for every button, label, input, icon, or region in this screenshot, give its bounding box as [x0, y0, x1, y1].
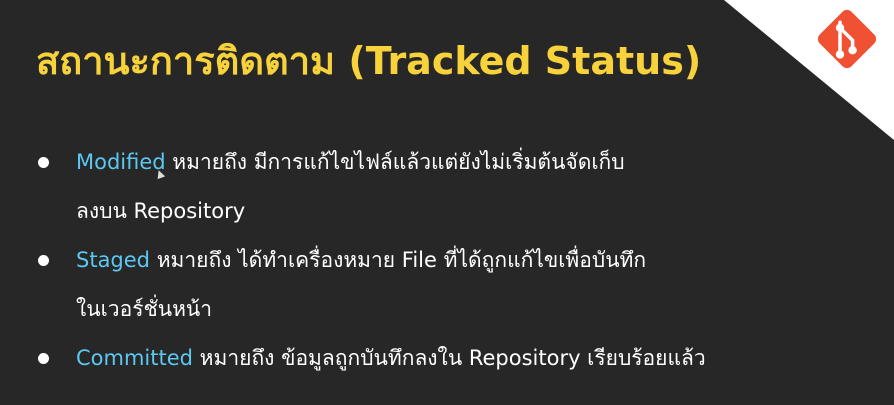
bullet-line-continued: ลงบน Repository — [76, 199, 246, 223]
slide-title: สถานะการติดตาม (Tracked Status) — [36, 39, 702, 83]
bullet-dot-icon — [38, 353, 49, 364]
term-modified: Modified — [76, 150, 166, 174]
definition-text: หมายถึง มีการแก้ไขไฟล์แล้วแต่ยังไม่เริ่ม… — [165, 150, 625, 174]
bullet-line: Staged หมายถึง ได้ทำเครื่องหมาย File ที่… — [76, 236, 876, 285]
definition-text: หมายถึง ข้อมูลถูกบันทึกลงใน Repository เ… — [192, 346, 706, 370]
bullet-item-modified: Modified หมายถึง มีการแก้ไขไฟล์แล้วแต่ยั… — [36, 138, 876, 236]
bullet-line: Committed หมายถึง ข้อมูลถูกบันทึกลงใน Re… — [76, 334, 876, 383]
bullet-item-staged: Staged หมายถึง ได้ทำเครื่องหมาย File ที่… — [36, 236, 876, 334]
git-icon — [817, 9, 877, 69]
bullet-dot-icon — [38, 157, 49, 168]
term-committed: Committed — [76, 346, 193, 370]
bullet-line-continued: ในเวอร์ชั่นหน้า — [76, 297, 213, 321]
bullet-dot-icon — [38, 255, 49, 266]
bullet-line: Modified หมายถึง มีการแก้ไขไฟล์แล้วแต่ยั… — [76, 138, 876, 187]
term-staged: Staged — [76, 248, 151, 272]
definition-text: หมายถึง ได้ทำเครื่องหมาย File ที่ได้ถูกแ… — [150, 248, 647, 272]
bullet-item-committed: Committed หมายถึง ข้อมูลถูกบันทึกลงใน Re… — [36, 334, 876, 383]
